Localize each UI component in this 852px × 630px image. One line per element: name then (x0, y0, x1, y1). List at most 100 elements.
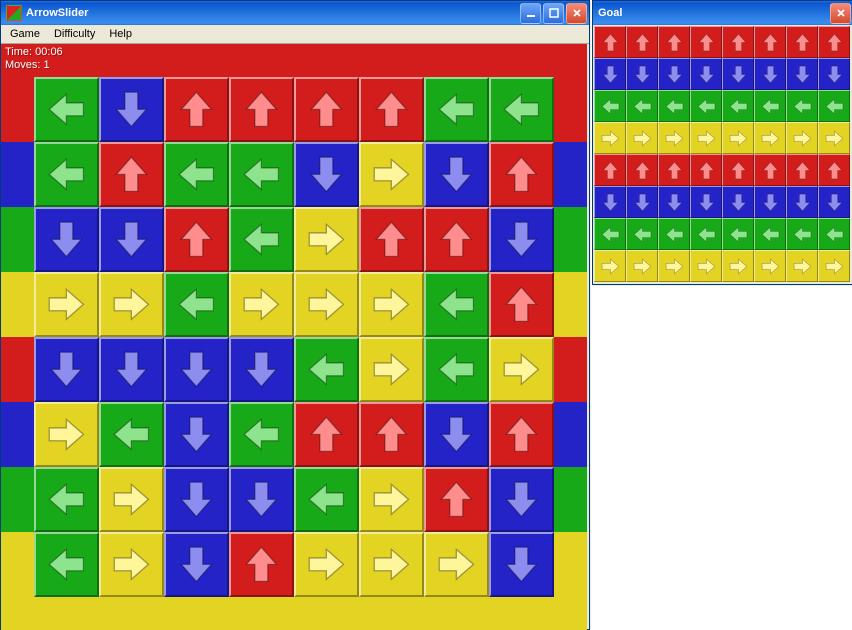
tile-6-3[interactable] (229, 467, 294, 532)
tile-6-4[interactable] (294, 467, 359, 532)
tile-4-0[interactable] (34, 337, 99, 402)
tile-0-2[interactable] (164, 77, 229, 142)
main-board[interactable] (1, 44, 587, 630)
tile-3-2[interactable] (164, 272, 229, 337)
tile-7-4[interactable] (294, 532, 359, 597)
edge-left-7[interactable] (1, 532, 34, 597)
tile-5-4[interactable] (294, 402, 359, 467)
tile-4-6[interactable] (424, 337, 489, 402)
maximize-button[interactable] (543, 3, 564, 24)
edge-right-3[interactable] (554, 272, 587, 337)
edge-bottom-6[interactable] (424, 597, 489, 630)
edge-left-0[interactable] (1, 77, 34, 142)
edge-left-2[interactable] (1, 207, 34, 272)
edge-bottom-3[interactable] (229, 597, 294, 630)
tile-5-5[interactable] (359, 402, 424, 467)
edge-bottom-5[interactable] (359, 597, 424, 630)
tile-6-2[interactable] (164, 467, 229, 532)
tile-0-0[interactable] (34, 77, 99, 142)
tile-7-3[interactable] (229, 532, 294, 597)
tile-2-7[interactable] (489, 207, 554, 272)
edge-left-5[interactable] (1, 402, 34, 467)
tile-6-6[interactable] (424, 467, 489, 532)
tile-2-1[interactable] (99, 207, 164, 272)
tile-1-4[interactable] (294, 142, 359, 207)
menu-help[interactable]: Help (102, 27, 139, 41)
tile-0-5[interactable] (359, 77, 424, 142)
tile-7-0[interactable] (34, 532, 99, 597)
tile-0-4[interactable] (294, 77, 359, 142)
goal-titlebar[interactable]: Goal (593, 1, 852, 25)
tile-4-1[interactable] (99, 337, 164, 402)
tile-5-7[interactable] (489, 402, 554, 467)
tile-6-1[interactable] (99, 467, 164, 532)
edge-bottom-1[interactable] (99, 597, 164, 630)
tile-4-3[interactable] (229, 337, 294, 402)
tile-7-1[interactable] (99, 532, 164, 597)
tile-4-7[interactable] (489, 337, 554, 402)
tile-7-2[interactable] (164, 532, 229, 597)
tile-4-5[interactable] (359, 337, 424, 402)
tile-0-6[interactable] (424, 77, 489, 142)
tile-2-3[interactable] (229, 207, 294, 272)
tile-2-6[interactable] (424, 207, 489, 272)
edge-right-2[interactable] (554, 207, 587, 272)
edge-top-5[interactable] (359, 44, 424, 77)
edge-left-1[interactable] (1, 142, 34, 207)
tile-2-0[interactable] (34, 207, 99, 272)
tile-1-5[interactable] (359, 142, 424, 207)
edge-right-7[interactable] (554, 532, 587, 597)
menu-game[interactable]: Game (3, 27, 47, 41)
minimize-button[interactable] (520, 3, 541, 24)
tile-2-2[interactable] (164, 207, 229, 272)
edge-right-6[interactable] (554, 467, 587, 532)
close-button[interactable] (566, 3, 587, 24)
edge-top-7[interactable] (489, 44, 554, 77)
tile-1-6[interactable] (424, 142, 489, 207)
tile-1-3[interactable] (229, 142, 294, 207)
tile-5-3[interactable] (229, 402, 294, 467)
tile-7-5[interactable] (359, 532, 424, 597)
edge-left-3[interactable] (1, 272, 34, 337)
tile-7-7[interactable] (489, 532, 554, 597)
edge-top-2[interactable] (164, 44, 229, 77)
tile-5-2[interactable] (164, 402, 229, 467)
tile-3-3[interactable] (229, 272, 294, 337)
tile-1-0[interactable] (34, 142, 99, 207)
edge-right-1[interactable] (554, 142, 587, 207)
edge-right-5[interactable] (554, 402, 587, 467)
tile-5-6[interactable] (424, 402, 489, 467)
tile-1-7[interactable] (489, 142, 554, 207)
edge-top-4[interactable] (294, 44, 359, 77)
edge-bottom-4[interactable] (294, 597, 359, 630)
tile-6-5[interactable] (359, 467, 424, 532)
edge-right-0[interactable] (554, 77, 587, 142)
tile-5-1[interactable] (99, 402, 164, 467)
tile-2-5[interactable] (359, 207, 424, 272)
tile-1-1[interactable] (99, 142, 164, 207)
menu-difficulty[interactable]: Difficulty (47, 27, 102, 41)
edge-bottom-0[interactable] (34, 597, 99, 630)
tile-3-1[interactable] (99, 272, 164, 337)
main-titlebar[interactable]: ArrowSlider (1, 1, 589, 25)
tile-0-1[interactable] (99, 77, 164, 142)
tile-3-4[interactable] (294, 272, 359, 337)
tile-4-2[interactable] (164, 337, 229, 402)
tile-3-0[interactable] (34, 272, 99, 337)
tile-4-4[interactable] (294, 337, 359, 402)
goal-close-button[interactable] (830, 3, 851, 24)
edge-right-4[interactable] (554, 337, 587, 402)
tile-2-4[interactable] (294, 207, 359, 272)
tile-3-7[interactable] (489, 272, 554, 337)
tile-6-7[interactable] (489, 467, 554, 532)
edge-top-6[interactable] (424, 44, 489, 77)
tile-5-0[interactable] (34, 402, 99, 467)
edge-bottom-7[interactable] (489, 597, 554, 630)
tile-3-5[interactable] (359, 272, 424, 337)
tile-6-0[interactable] (34, 467, 99, 532)
tile-0-3[interactable] (229, 77, 294, 142)
tile-0-7[interactable] (489, 77, 554, 142)
tile-7-6[interactable] (424, 532, 489, 597)
edge-top-1[interactable] (99, 44, 164, 77)
edge-top-3[interactable] (229, 44, 294, 77)
